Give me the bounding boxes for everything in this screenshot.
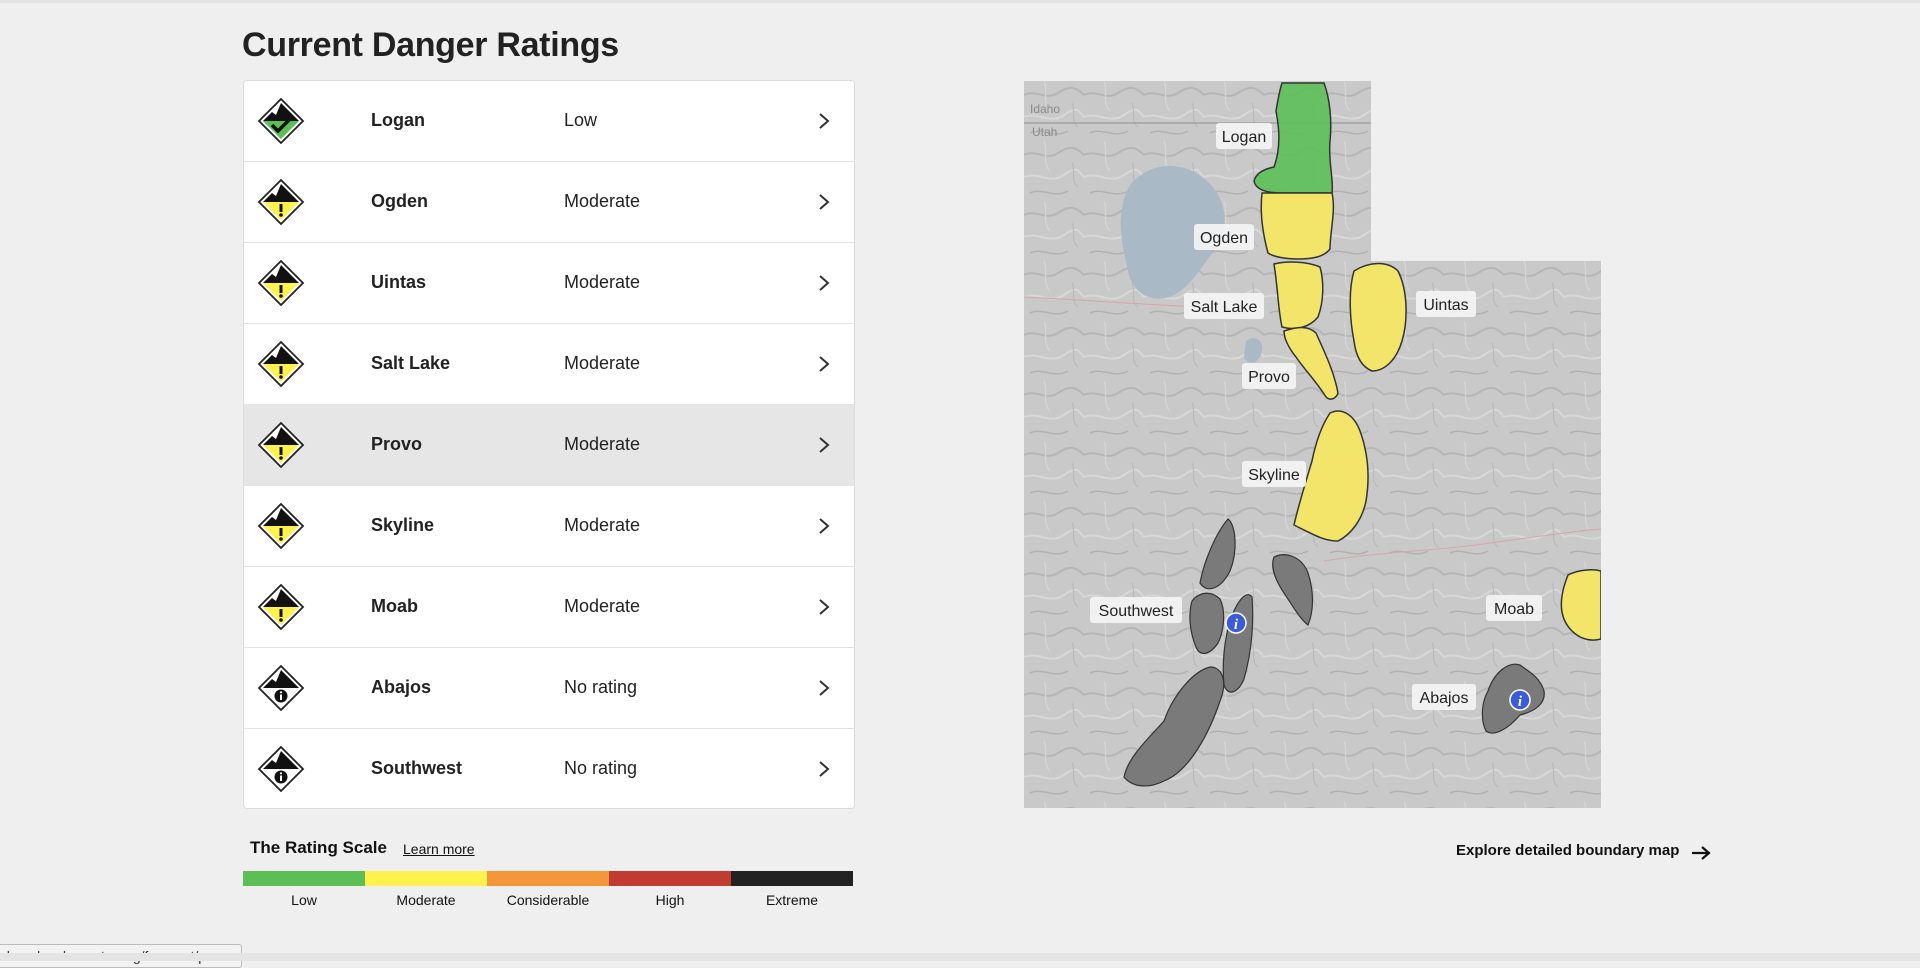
region-name: Uintas bbox=[371, 272, 427, 292]
rating-scale-labels: Low Moderate Considerable High Extreme bbox=[243, 892, 853, 908]
danger-no-rating-icon bbox=[257, 664, 305, 712]
region-name: Logan bbox=[371, 110, 425, 130]
scale-segment-extreme bbox=[731, 871, 853, 886]
svg-text:Abajos: Abajos bbox=[1420, 690, 1469, 707]
region-name: Provo bbox=[371, 434, 423, 454]
danger-low-icon bbox=[257, 97, 305, 145]
danger-ratings-list: Logan Low Ogden Moderate Uintas Moderate bbox=[243, 80, 855, 809]
region-name: Southwest bbox=[371, 758, 463, 778]
danger-moderate-icon bbox=[257, 178, 305, 226]
map-label-skyline: Skyline bbox=[1242, 461, 1306, 487]
danger-moderate-icon bbox=[257, 421, 305, 469]
danger-no-rating-icon bbox=[257, 745, 305, 793]
chevron-right-icon bbox=[819, 275, 830, 291]
svg-text:Logan: Logan bbox=[1222, 129, 1267, 146]
arrow-right-icon[interactable] bbox=[1690, 845, 1712, 861]
scale-segment-moderate bbox=[365, 871, 487, 886]
region-rating: Moderate bbox=[564, 272, 641, 292]
svg-text:Uintas: Uintas bbox=[1423, 297, 1468, 314]
scale-label: High bbox=[655, 892, 685, 908]
scale-label: Moderate bbox=[396, 892, 456, 908]
svg-text:Southwest: Southwest bbox=[1099, 603, 1174, 620]
chevron-right-icon bbox=[819, 437, 830, 453]
region-row-abajos[interactable]: Abajos No rating bbox=[244, 648, 854, 729]
region-row-ogden[interactable]: Ogden Moderate bbox=[244, 162, 854, 243]
region-name: Ogden bbox=[371, 191, 428, 211]
chevron-right-icon bbox=[819, 113, 830, 129]
svg-text:Skyline: Skyline bbox=[1248, 467, 1300, 484]
region-rating: Moderate bbox=[564, 515, 641, 535]
chevron-right-icon bbox=[819, 356, 830, 372]
rating-scale-title: The Rating Scale bbox=[250, 838, 387, 857]
region-row-uintas[interactable]: Uintas Moderate bbox=[244, 243, 854, 324]
region-row-skyline[interactable]: Skyline Moderate bbox=[244, 486, 854, 567]
svg-text:Moab: Moab bbox=[1494, 601, 1534, 618]
forecast-regions-map[interactable]: Idaho Utah i i Logan Ogden Salt Lake Uin… bbox=[1024, 81, 1601, 808]
scale-label: Extreme bbox=[765, 892, 819, 908]
top-border bbox=[0, 0, 1920, 3]
region-salt-lake[interactable] bbox=[1273, 261, 1324, 330]
region-row-moab[interactable]: Moab Moderate bbox=[244, 567, 854, 648]
map-label-abajos: Abajos bbox=[1412, 684, 1476, 710]
region-name: Salt Lake bbox=[371, 353, 451, 373]
region-rating: Low bbox=[564, 110, 598, 130]
region-name: Moab bbox=[371, 596, 418, 616]
info-marker-abajos[interactable]: i bbox=[1509, 689, 1531, 711]
state-label-idaho: Idaho bbox=[1030, 102, 1060, 116]
danger-moderate-icon bbox=[257, 340, 305, 388]
svg-text:Salt Lake: Salt Lake bbox=[1191, 299, 1258, 316]
info-marker-southwest[interactable]: i bbox=[1225, 612, 1247, 634]
chevron-right-icon bbox=[819, 518, 830, 534]
danger-moderate-icon bbox=[257, 502, 305, 550]
chevron-right-icon bbox=[819, 194, 830, 210]
region-rating: No rating bbox=[564, 677, 638, 697]
scale-segment-considerable bbox=[487, 871, 609, 886]
region-row-logan[interactable]: Logan Low bbox=[244, 81, 854, 162]
chevron-right-icon bbox=[819, 599, 830, 615]
svg-text:Provo: Provo bbox=[1248, 369, 1290, 386]
page-title: Current Danger Ratings bbox=[242, 26, 619, 64]
map-label-southwest: Southwest bbox=[1090, 597, 1182, 623]
chevron-right-icon bbox=[819, 761, 830, 777]
map-label-moab: Moab bbox=[1486, 595, 1542, 621]
rating-scale-bar bbox=[243, 871, 853, 886]
scale-label: Considerable bbox=[506, 892, 590, 908]
region-row-southwest[interactable]: Southwest No rating bbox=[244, 729, 854, 808]
region-rating: Moderate bbox=[564, 353, 641, 373]
learn-more-link[interactable]: Learn more bbox=[403, 841, 475, 857]
region-row-salt-lake[interactable]: Salt Lake Moderate bbox=[244, 324, 854, 405]
explore-boundary-map-link[interactable]: Explore detailed boundary map bbox=[1456, 842, 1679, 859]
state-label-utah: Utah bbox=[1032, 125, 1057, 139]
danger-moderate-icon bbox=[257, 259, 305, 307]
map-label-ogden: Ogden bbox=[1194, 224, 1254, 250]
chevron-right-icon bbox=[819, 680, 830, 696]
map-label-salt-lake: Salt Lake bbox=[1184, 293, 1264, 319]
scale-label: Low bbox=[291, 892, 317, 908]
region-ogden[interactable] bbox=[1260, 192, 1335, 260]
region-rating: No rating bbox=[564, 758, 638, 778]
region-rating: Moderate bbox=[564, 596, 641, 616]
danger-moderate-icon bbox=[257, 583, 305, 631]
map-label-provo: Provo bbox=[1242, 363, 1296, 389]
svg-text:Ogden: Ogden bbox=[1200, 230, 1248, 247]
region-name: Abajos bbox=[371, 677, 432, 697]
bottom-scroll-strip bbox=[0, 953, 1920, 961]
region-rating: Moderate bbox=[564, 434, 641, 454]
map-label-uintas: Uintas bbox=[1416, 291, 1476, 317]
scale-segment-low bbox=[243, 871, 365, 886]
map-label-logan: Logan bbox=[1216, 123, 1272, 149]
region-name: Skyline bbox=[371, 515, 435, 535]
region-rating: Moderate bbox=[564, 191, 641, 211]
scale-segment-high bbox=[609, 871, 731, 886]
region-row-provo[interactable]: Provo Moderate bbox=[244, 405, 854, 486]
